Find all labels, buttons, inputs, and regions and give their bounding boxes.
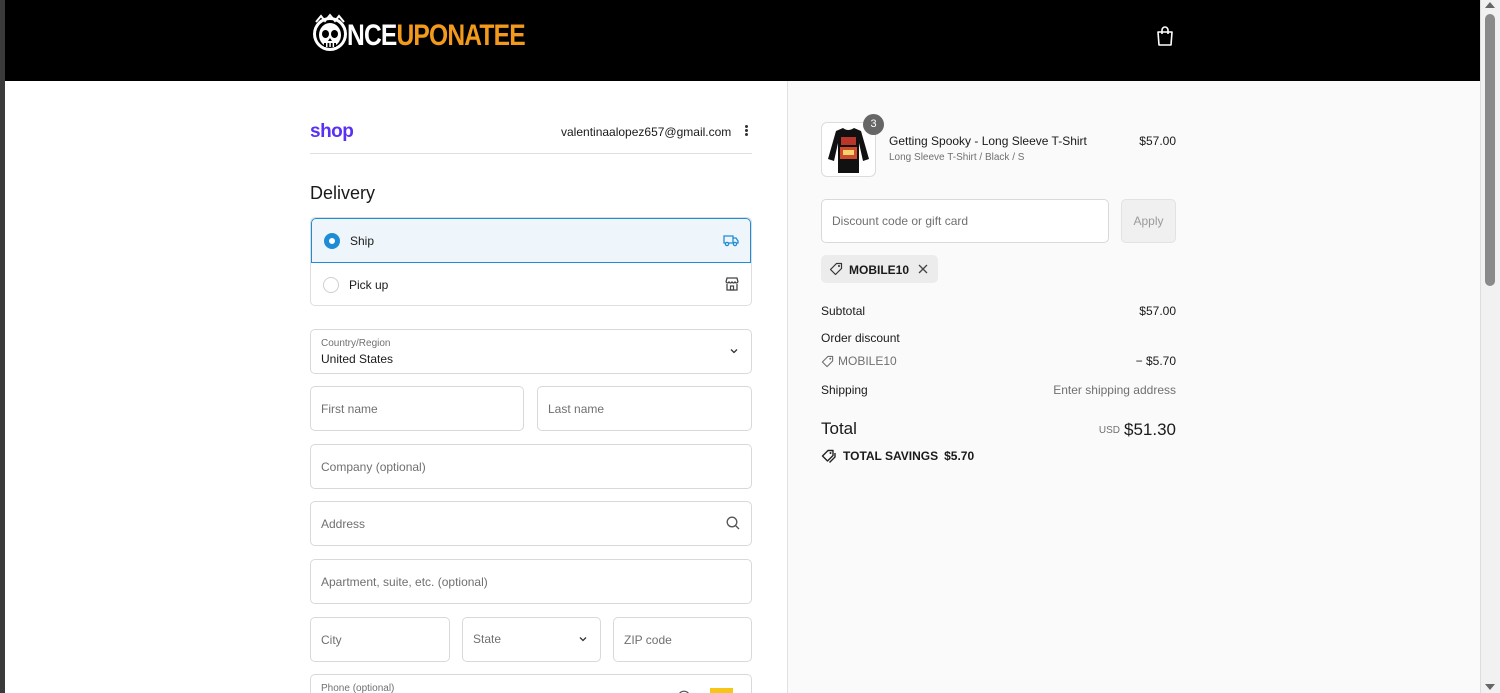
phone-label: Phone (optional) <box>321 683 395 693</box>
quantity-badge: 3 <box>863 114 884 135</box>
applied-discount-chip: MOBILE10 <box>821 255 938 283</box>
country-value: United States <box>321 352 394 366</box>
subtotal-label: Subtotal <box>821 304 866 318</box>
product-price: $57.00 <box>1139 134 1176 148</box>
search-icon <box>726 516 740 530</box>
address-field[interactable] <box>310 501 752 546</box>
total-label: Total <box>821 419 857 438</box>
company-field[interactable] <box>310 444 752 489</box>
zip-field[interactable] <box>613 617 752 662</box>
store-logo[interactable]: NCEUPONATEE <box>311 10 564 62</box>
company-input[interactable] <box>311 445 751 488</box>
tag-icon <box>829 262 843 276</box>
total-value: $51.30 <box>1124 420 1176 439</box>
scroll-down-arrow-icon[interactable] <box>1485 684 1495 690</box>
skull-logo-icon <box>313 13 347 51</box>
apply-discount-button[interactable]: Apply <box>1121 199 1176 243</box>
store-icon <box>725 277 739 291</box>
delivery-method-group: Ship Pick up <box>310 217 752 306</box>
discount-value: − $5.70 <box>1135 354 1176 368</box>
shop-pay-logo: shop <box>310 121 354 142</box>
logo-text-white: NCE <box>347 19 397 52</box>
site-header: NCEUPONATEE <box>5 0 1480 81</box>
total-savings: TOTAL SAVINGS $5.70 <box>821 449 974 463</box>
truck-icon <box>723 235 739 247</box>
first-name-input[interactable] <box>311 387 523 430</box>
product-variant: Long Sleeve T-Shirt / Black / S <box>889 152 1025 163</box>
savings-label: TOTAL SAVINGS <box>843 449 939 463</box>
logo-text-orange: UPONATEE <box>396 19 525 52</box>
first-name-field[interactable] <box>310 386 524 431</box>
delivery-option-pickup[interactable]: Pick up <box>311 263 751 305</box>
delivery-option-ship[interactable]: Ship <box>311 218 751 263</box>
state-label: State <box>473 632 502 646</box>
delivery-option-label: Pick up <box>349 278 389 292</box>
total-currency: USD <box>1098 425 1120 436</box>
radio-unselected[interactable] <box>323 277 339 293</box>
zip-input[interactable] <box>614 618 751 661</box>
flag-icon[interactable] <box>710 688 733 693</box>
chevron-down-icon <box>579 636 587 641</box>
city-field[interactable] <box>310 617 450 662</box>
shipping-label: Shipping <box>821 383 868 397</box>
logo-wordmark: NCEUPONATEE <box>347 19 526 53</box>
phone-field[interactable]: Phone (optional) <box>310 674 752 693</box>
product-name: Getting Spooky - Long Sleeve T-Shirt <box>889 134 1087 148</box>
last-name-field[interactable] <box>537 386 752 431</box>
divider <box>310 153 752 154</box>
discount-code-name: MOBILE10 <box>838 354 897 368</box>
state-select[interactable]: State <box>462 617 601 662</box>
delivery-option-label: Ship <box>350 234 375 248</box>
subtotal-value: $57.00 <box>1139 304 1176 318</box>
radio-selected[interactable] <box>324 233 340 249</box>
savings-tag-icon <box>821 449 836 463</box>
order-summary-panel: 3 Getting Spooky - Long Sleeve T-Shirt L… <box>787 81 1480 693</box>
apartment-field[interactable] <box>310 559 752 604</box>
tag-icon <box>821 355 834 368</box>
shipping-value: Enter shipping address <box>1053 383 1176 397</box>
chevron-down-icon <box>730 348 738 353</box>
shopping-bag-icon[interactable] <box>1155 25 1175 47</box>
scroll-up-arrow-icon[interactable] <box>1485 2 1495 8</box>
kebab-menu-icon[interactable] <box>739 124 753 140</box>
checkout-form-panel: shop valentinaalopez657@gmail.com Delive… <box>5 81 787 693</box>
applied-code-label: MOBILE10 <box>849 263 910 277</box>
city-input[interactable] <box>311 618 449 661</box>
account-email: valentinaalopez657@gmail.com <box>561 125 732 139</box>
country-select[interactable]: Country/Region United States <box>310 329 752 374</box>
delivery-heading: Delivery <box>310 183 376 203</box>
last-name-input[interactable] <box>538 387 751 430</box>
address-input[interactable] <box>311 502 751 545</box>
savings-value: $5.70 <box>944 449 975 463</box>
remove-discount-icon[interactable] <box>917 263 929 275</box>
scrollbar-thumb[interactable] <box>1485 14 1495 286</box>
country-label: Country/Region <box>321 338 391 349</box>
discount-code-field[interactable] <box>821 199 1109 243</box>
order-discount-label: Order discount <box>821 331 900 345</box>
apartment-input[interactable] <box>311 560 751 603</box>
discount-code-input[interactable] <box>822 200 1108 242</box>
